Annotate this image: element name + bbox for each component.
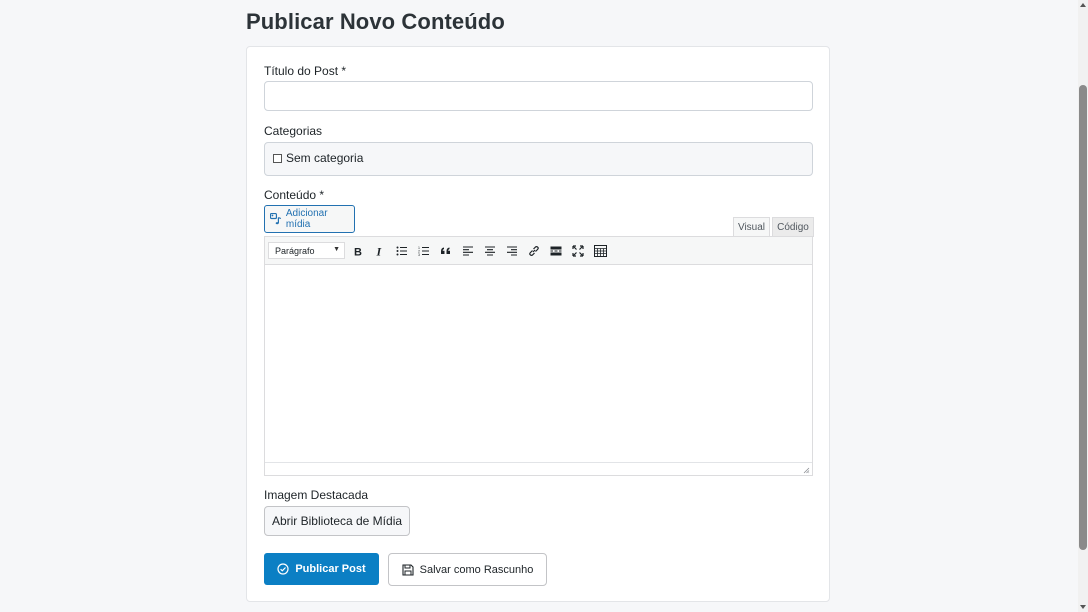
read-more-button[interactable]	[547, 242, 565, 260]
page-scrollbar[interactable]	[1078, 0, 1088, 612]
publish-button-label: Publicar Post	[295, 563, 366, 575]
align-center-button[interactable]	[481, 242, 499, 260]
page-title: Publicar Novo Conteúdo	[246, 9, 505, 34]
post-form-card: Título do Post * Categorias Sem categori…	[246, 46, 830, 602]
format-select-value: Parágrafo	[275, 245, 315, 256]
title-label: Título do Post *	[264, 64, 347, 78]
read-more-icon	[550, 246, 562, 256]
numbered-list-button[interactable]: 1 2 3	[415, 242, 433, 260]
featured-image-label: Imagem Destacada	[264, 488, 369, 502]
category-checkbox[interactable]	[273, 153, 282, 163]
svg-text:B: B	[354, 247, 362, 258]
categories-label: Categorias	[264, 124, 323, 138]
editor-toolbar: Parágrafo ▼ B I 1 2 3	[265, 237, 812, 265]
media-library-button[interactable]: Abrir Biblioteca de Mídia	[264, 506, 410, 536]
bold-button[interactable]: B	[349, 242, 367, 260]
check-circle-icon	[277, 563, 289, 575]
publish-button[interactable]: Publicar Post	[264, 553, 379, 585]
numbered-list-icon: 1 2 3	[418, 246, 429, 257]
tab-visual[interactable]: Visual	[733, 217, 770, 237]
chevron-down-icon: ▼	[333, 246, 340, 253]
svg-text:I: I	[376, 245, 383, 257]
fullscreen-button[interactable]	[569, 242, 587, 260]
add-media-button[interactable]: Adicionar mídia	[264, 205, 355, 233]
bullet-list-icon	[396, 246, 407, 256]
add-media-label: Adicionar mídia	[285, 208, 328, 230]
content-label: Conteúdo *	[264, 188, 325, 202]
title-input[interactable]	[264, 81, 813, 111]
category-option[interactable]: Sem categoria	[273, 151, 363, 165]
fullscreen-icon	[572, 245, 584, 257]
bullet-list-button[interactable]	[393, 242, 411, 260]
format-select[interactable]: Parágrafo ▼	[268, 242, 345, 259]
align-left-icon	[463, 246, 473, 256]
italic-button[interactable]: I	[371, 242, 389, 260]
scroll-up-icon[interactable]	[1080, 3, 1086, 7]
media-icon	[270, 213, 282, 225]
scroll-down-icon[interactable]	[1080, 605, 1086, 609]
content-editor: Parágrafo ▼ B I 1 2 3	[264, 236, 813, 476]
align-right-button[interactable]	[503, 242, 521, 260]
svg-text:3: 3	[418, 253, 420, 257]
align-right-icon	[507, 246, 517, 256]
save-icon	[402, 563, 414, 576]
blockquote-button[interactable]	[437, 242, 455, 260]
toolbar-toggle-button[interactable]	[591, 242, 609, 260]
bold-icon: B	[354, 247, 362, 258]
editor-statusbar	[265, 462, 812, 475]
toolbar-toggle-icon	[593, 245, 607, 257]
blockquote-icon	[441, 247, 450, 254]
link-icon	[529, 246, 539, 256]
align-center-icon	[485, 246, 495, 256]
editor-content-area[interactable]	[265, 266, 812, 462]
save-draft-label: Salvar como Rascunho	[419, 563, 534, 576]
tab-code[interactable]: Código	[772, 217, 814, 237]
align-left-button[interactable]	[459, 242, 477, 260]
scroll-thumb[interactable]	[1079, 85, 1087, 550]
save-draft-button[interactable]: Salvar como Rascunho	[388, 553, 547, 586]
categories-box: Sem categoria	[264, 142, 813, 176]
category-label: Sem categoria	[286, 151, 364, 165]
italic-icon: I	[376, 245, 383, 257]
link-button[interactable]	[525, 242, 543, 260]
resize-handle-icon[interactable]	[802, 466, 810, 474]
